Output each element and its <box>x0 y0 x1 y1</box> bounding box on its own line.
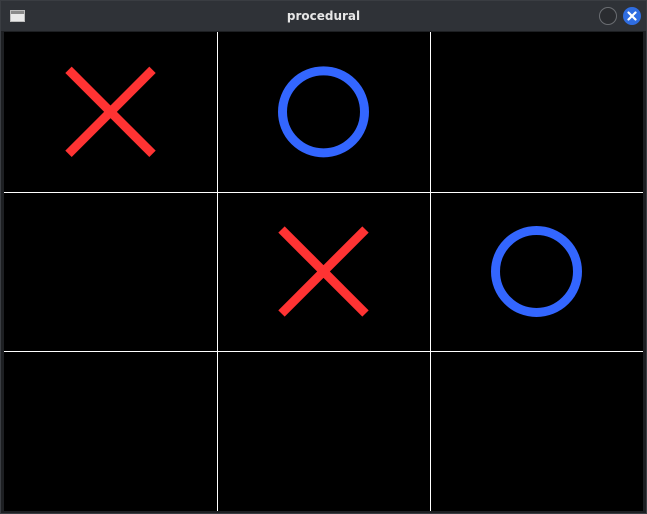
close-button[interactable] <box>623 7 641 25</box>
app-window: procedural <box>0 0 647 514</box>
cell-2-2[interactable] <box>430 351 643 511</box>
cell-1-2[interactable] <box>430 191 643 352</box>
cell-1-0[interactable] <box>4 191 217 352</box>
close-icon <box>627 11 637 21</box>
minimize-button[interactable] <box>599 7 617 25</box>
window-title: procedural <box>286 9 361 23</box>
cell-2-0[interactable] <box>4 351 217 511</box>
cell-0-2[interactable] <box>430 32 643 192</box>
cell-2-1[interactable] <box>217 351 430 511</box>
board-canvas <box>4 32 643 511</box>
game-board <box>4 32 643 511</box>
cell-0-1[interactable] <box>217 32 430 192</box>
title-bar[interactable]: procedural <box>1 1 646 31</box>
